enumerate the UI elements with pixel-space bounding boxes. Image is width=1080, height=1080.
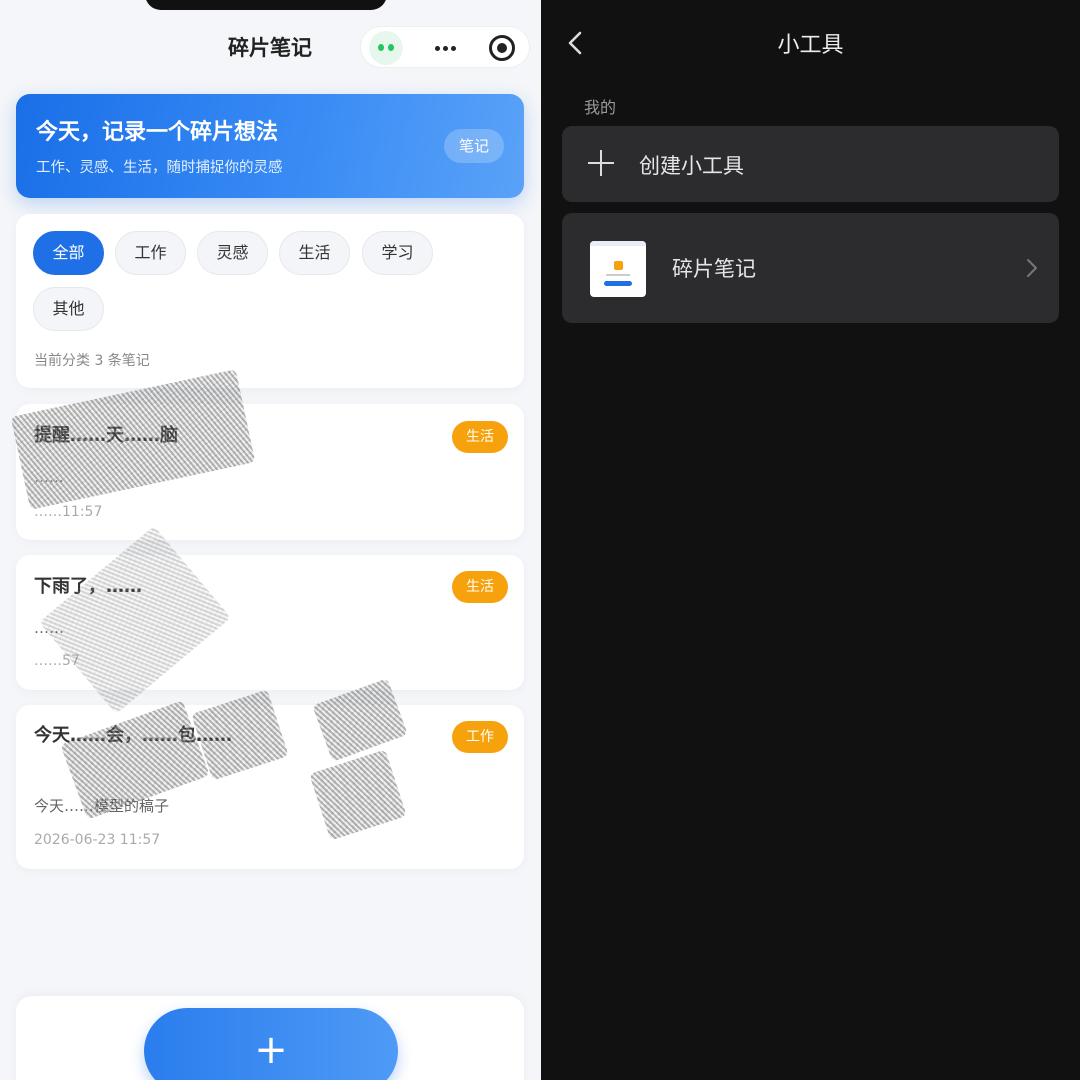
top-bar: 碎片笔记	[0, 22, 541, 74]
page-title: 小工具	[777, 33, 844, 58]
note-title: 提醒……天……脑	[34, 425, 178, 446]
create-tool-button[interactable]: 创建小工具	[562, 126, 1059, 202]
section-label: 我的	[584, 98, 617, 117]
phone-notch	[145, 0, 387, 10]
plus-icon	[588, 150, 614, 176]
note-time: ……11:57	[34, 504, 103, 520]
create-tool-label: 创建小工具	[639, 154, 744, 178]
note-title: 今天……会，……包……	[34, 725, 232, 746]
filter-chip-study[interactable]: 学习	[362, 231, 433, 275]
app-thumbnail	[590, 241, 646, 297]
hero-banner: 今天，记录一个碎片想法 工作、灵感、生活，随时捕捉你的灵感 笔记	[16, 94, 524, 198]
assistant-eyes-icon[interactable]	[369, 31, 403, 65]
mini-tools-panel: 小工具 我的 创建小工具 碎片笔记	[541, 0, 1080, 1080]
category-filter-card: 全部 工作 灵感 生活 学习 其他 当前分类 3 条笔记	[16, 214, 524, 388]
note-card[interactable]: 今天……会，……包…… 工作 今天……模型的稿子 2026-06-23 11:5…	[16, 705, 524, 869]
miniapp-capsule	[360, 26, 530, 68]
tool-item-notes[interactable]: 碎片笔记	[562, 213, 1059, 323]
note-time: ……57	[34, 653, 80, 669]
filter-chip-all[interactable]: 全部	[33, 231, 104, 275]
note-card[interactable]: 提醒……天……脑 生活 …… ……11:57	[16, 404, 524, 540]
note-body: 今天……模型的稿子	[34, 797, 170, 815]
note-tag: 工作	[452, 721, 508, 753]
note-title: 下雨了，……	[34, 576, 142, 597]
filter-chip-life[interactable]: 生活	[279, 231, 350, 275]
app-title: 碎片笔记	[228, 36, 312, 60]
hero-subtitle: 工作、灵感、生活，随时捕捉你的灵感	[36, 160, 283, 176]
more-icon[interactable]	[429, 33, 461, 63]
filter-chip-work[interactable]: 工作	[115, 231, 186, 275]
add-note-button[interactable]: +	[144, 1008, 398, 1080]
close-target-icon[interactable]	[489, 35, 515, 61]
chevron-right-icon	[1027, 259, 1037, 277]
hero-title: 今天，记录一个碎片想法	[36, 120, 279, 145]
note-time: 2026-06-23 11:57	[34, 832, 161, 848]
note-card[interactable]: 下雨了，…… 生活 …… ……57	[16, 555, 524, 690]
note-count: 当前分类 3 条笔记	[34, 353, 150, 369]
tool-item-label: 碎片笔记	[672, 257, 756, 281]
note-tag: 生活	[452, 571, 508, 603]
filter-chip-inspiration[interactable]: 灵感	[197, 231, 268, 275]
note-body: ……	[34, 619, 64, 637]
note-body: ……	[34, 468, 64, 486]
filter-chip-other[interactable]: 其他	[33, 287, 104, 331]
note-tag: 生活	[452, 421, 508, 453]
hero-badge: 笔记	[444, 129, 504, 163]
notes-app-panel: 碎片笔记 今天，记录一个碎片想法 工作、灵感、生活，随时捕捉你的灵感 笔记 全部…	[0, 0, 541, 1080]
